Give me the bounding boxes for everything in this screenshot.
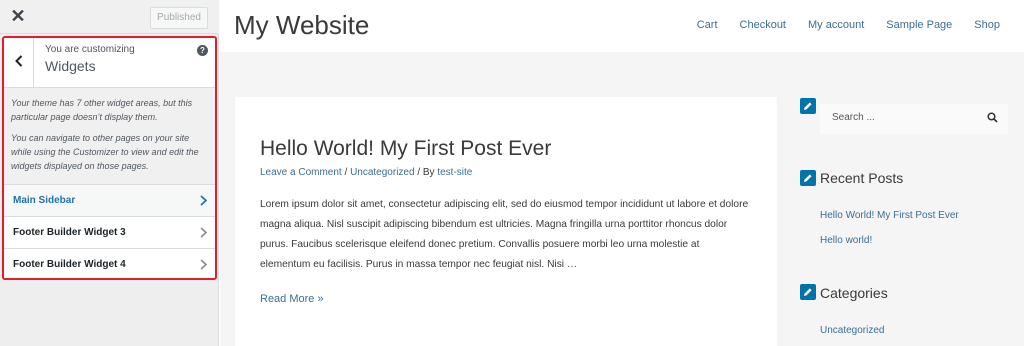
site-header: My Website Cart Checkout My account Samp…	[220, 0, 1024, 52]
search-field[interactable]: Search ...	[820, 104, 1008, 134]
chevron-right-icon	[200, 195, 207, 206]
widgets-section-highlight: You are customizing Widgets ? Your theme…	[2, 36, 217, 280]
section-title-bar: You are customizing Widgets ?	[4, 38, 215, 88]
widget-area-main-sidebar[interactable]: Main Sidebar	[4, 184, 215, 216]
nav-item-shop[interactable]: Shop	[974, 19, 1000, 31]
category-link[interactable]: Uncategorized	[350, 167, 414, 178]
search-placeholder: Search ...	[832, 112, 875, 123]
pencil-icon	[804, 102, 812, 110]
main-navigation: Cart Checkout My account Sample Page Sho…	[697, 19, 1000, 31]
customizer-panel: ✕ Published You are customizing Widgets …	[0, 0, 219, 346]
edit-widget-button[interactable]	[800, 284, 816, 300]
description-paragraph: You can navigate to other pages on your …	[11, 133, 199, 171]
recent-post-link[interactable]: Hello world!	[820, 235, 872, 246]
read-more-link[interactable]: Read More »	[260, 293, 324, 305]
site-preview: My Website Cart Checkout My account Samp…	[220, 0, 1024, 346]
nav-item-my-account[interactable]: My account	[808, 19, 864, 31]
publish-button[interactable]: Published	[150, 7, 208, 29]
help-icon[interactable]: ?	[197, 45, 208, 56]
pencil-icon	[804, 288, 812, 296]
description-paragraph: Your theme has 7 other widget areas, but…	[11, 98, 193, 122]
nav-item-cart[interactable]: Cart	[697, 19, 718, 31]
post-card: Hello World! My First Post Ever Leave a …	[235, 97, 777, 346]
widget-area-label: Footer Builder Widget 4	[13, 259, 126, 270]
nav-item-checkout[interactable]: Checkout	[740, 19, 786, 31]
pencil-icon	[804, 174, 812, 182]
customizer-header: ✕ Published	[0, 0, 219, 34]
widget-area-label: Footer Builder Widget 3	[13, 227, 126, 238]
post-excerpt: Lorem ipsum dolor sit amet, consectetur …	[260, 199, 749, 270]
nav-item-sample-page[interactable]: Sample Page	[886, 19, 952, 31]
author-link[interactable]: test-site	[437, 167, 472, 178]
recent-posts-heading: Recent Posts	[820, 170, 904, 186]
customizing-label: You are customizing	[45, 44, 135, 55]
site-sidebar: Search ... Recent Posts Hello World! My …	[798, 97, 1024, 346]
widget-area-footer-4[interactable]: Footer Builder Widget 4	[4, 248, 215, 278]
widget-area-footer-3[interactable]: Footer Builder Widget 3	[4, 216, 215, 248]
edit-widget-button[interactable]	[800, 170, 816, 186]
post-meta: Leave a Comment / Uncategorized / By tes…	[260, 167, 472, 178]
chevron-left-icon	[14, 55, 22, 67]
back-button[interactable]	[4, 38, 34, 88]
post-title[interactable]: Hello World! My First Post Ever	[260, 137, 551, 161]
edit-widget-button[interactable]	[800, 98, 816, 114]
meta-separator: / By	[414, 167, 438, 178]
section-title: Widgets	[45, 58, 96, 74]
search-icon[interactable]	[987, 112, 998, 123]
categories-heading: Categories	[820, 285, 888, 301]
section-description: Your theme has 7 other widget areas, but…	[11, 96, 211, 180]
site-title[interactable]: My Website	[234, 10, 369, 41]
chevron-right-icon	[200, 259, 207, 270]
comment-link[interactable]: Leave a Comment	[260, 167, 342, 178]
meta-separator: /	[341, 167, 351, 178]
widget-area-list: Main Sidebar Footer Builder Widget 3 Foo…	[4, 184, 215, 278]
category-link[interactable]: Uncategorized	[820, 325, 884, 336]
close-icon[interactable]: ✕	[10, 6, 26, 26]
widget-area-label: Main Sidebar	[13, 195, 76, 206]
recent-post-link[interactable]: Hello World! My First Post Ever	[820, 210, 959, 221]
chevron-right-icon	[200, 227, 207, 238]
